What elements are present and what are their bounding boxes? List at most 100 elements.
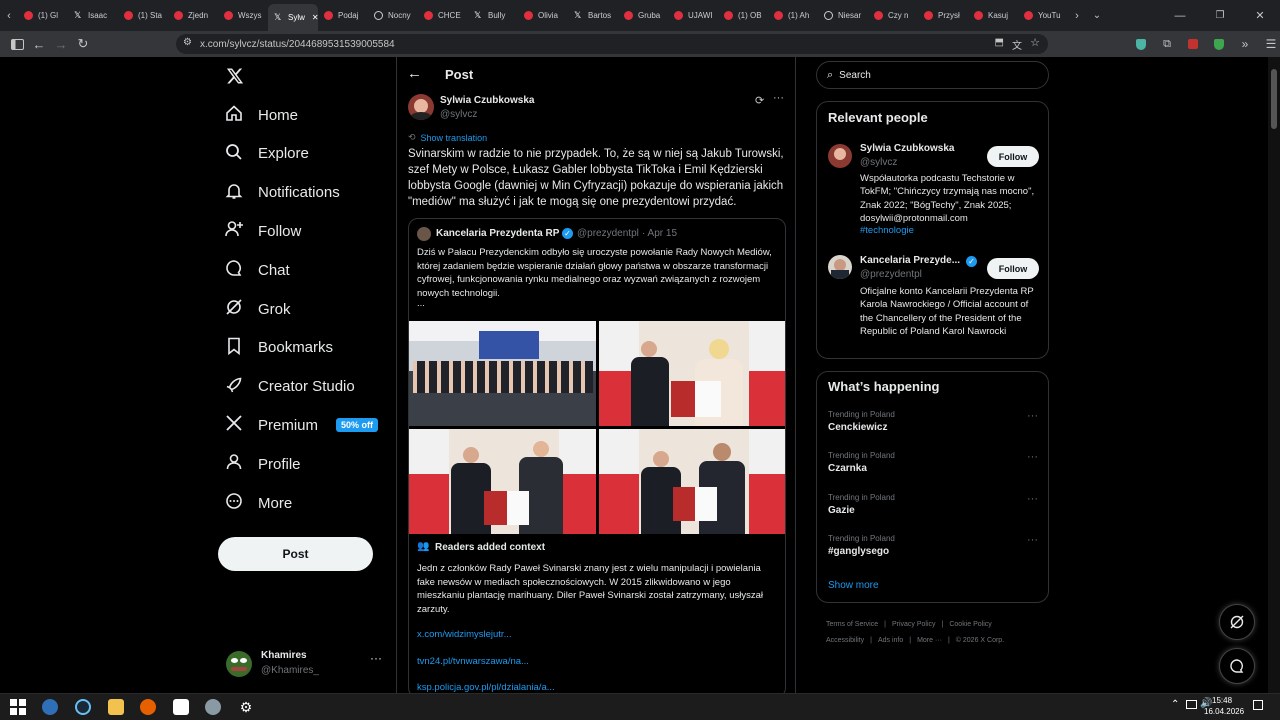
show-translation-link[interactable]: ⟲ Show translation bbox=[408, 132, 487, 143]
restore-icon[interactable]: ❐ bbox=[1200, 6, 1240, 26]
footer-link[interactable]: More ··· bbox=[917, 633, 942, 649]
browser-tab[interactable]: (1) Sta bbox=[118, 0, 168, 31]
browser-tab[interactable]: Niesar bbox=[818, 0, 868, 31]
nav-item-bookmarks[interactable]: Bookmarks bbox=[224, 331, 333, 365]
app-icon[interactable] bbox=[42, 699, 58, 715]
settings-icon[interactable]: ⚙ bbox=[238, 699, 254, 715]
reload-icon[interactable]: ↻ bbox=[72, 34, 94, 54]
trend-more-icon[interactable]: ··· bbox=[1027, 410, 1038, 422]
page-scrollbar[interactable] bbox=[1268, 57, 1280, 693]
browser-tab[interactable]: (1) OB bbox=[718, 0, 768, 31]
grok-explain-icon[interactable]: ⟳ bbox=[755, 94, 764, 107]
notifications-icon[interactable] bbox=[1253, 700, 1263, 710]
forward-icon[interactable]: → bbox=[50, 34, 72, 54]
firefox-icon[interactable] bbox=[140, 699, 156, 715]
quoted-post[interactable]: Kancelaria Prezydenta RP ✓ @prezydentpl … bbox=[408, 218, 786, 693]
footer-link[interactable]: Cookie Policy bbox=[949, 617, 991, 633]
person-avatar[interactable] bbox=[828, 255, 852, 279]
browser-tab[interactable]: Gruba bbox=[618, 0, 668, 31]
adblock-extension-icon[interactable] bbox=[1208, 34, 1230, 54]
nav-item-notifications[interactable]: Notifications bbox=[224, 176, 340, 210]
trend-item[interactable]: Trending in Poland Gazie ··· bbox=[828, 493, 1038, 527]
follow-button[interactable]: Follow bbox=[987, 258, 1039, 279]
nav-item-explore[interactable]: Explore bbox=[224, 137, 309, 171]
quote-photo-1[interactable] bbox=[409, 321, 596, 426]
browser-tab[interactable]: 𝕏 Sylw ✕ bbox=[268, 4, 318, 31]
browser-tab[interactable]: Nocny bbox=[368, 0, 418, 31]
translate-icon[interactable]: 文 bbox=[1012, 37, 1022, 52]
quote-photo-3[interactable] bbox=[409, 429, 596, 534]
browser-tab[interactable]: Kasuj bbox=[968, 0, 1018, 31]
browser-tab[interactable]: Wszys bbox=[218, 0, 268, 31]
extensions-puzzle-icon[interactable]: ⧉ bbox=[1156, 34, 1178, 54]
grok-fab-icon[interactable] bbox=[1219, 604, 1255, 640]
browser-tab[interactable]: YouTu bbox=[1018, 0, 1068, 31]
browser-tab[interactable]: (1) Gl bbox=[18, 0, 68, 31]
network-icon[interactable] bbox=[1186, 700, 1197, 709]
browser-tab[interactable]: UJAWI bbox=[668, 0, 718, 31]
shield-extension-icon[interactable] bbox=[1130, 34, 1152, 54]
browser-tab[interactable]: Podaj bbox=[318, 0, 368, 31]
browser-tab[interactable]: 𝕏 Bully bbox=[468, 0, 518, 31]
install-app-icon[interactable]: ⬒ bbox=[995, 37, 1004, 48]
clock-date[interactable]: 16.04.2026 bbox=[1204, 707, 1244, 716]
browser-tab[interactable]: (1) Ah bbox=[768, 0, 818, 31]
browser-tab[interactable]: 𝕏 Isaac bbox=[68, 0, 118, 31]
scrollbar-thumb[interactable] bbox=[1271, 69, 1277, 129]
footer-link[interactable]: Privacy Policy bbox=[892, 617, 936, 633]
context-link-1[interactable]: x.com/widzimyslejutr... bbox=[417, 629, 512, 640]
footer-link[interactable]: © 2026 X Corp. bbox=[956, 633, 1004, 649]
site-info-icon[interactable]: ⚙ bbox=[183, 37, 192, 48]
author-avatar[interactable] bbox=[408, 94, 434, 120]
browser-tab[interactable]: CHCE bbox=[418, 0, 468, 31]
trend-item[interactable]: Trending in Poland Czarnka ··· bbox=[828, 451, 1038, 485]
notification-extension-icon[interactable] bbox=[1182, 34, 1204, 54]
context-link-2[interactable]: tvn24.pl/tvnwarszawa/na... bbox=[417, 656, 529, 667]
steam-icon[interactable] bbox=[75, 699, 91, 715]
post-button[interactable]: Post bbox=[218, 537, 373, 571]
footer-link[interactable]: Terms of Service bbox=[826, 617, 878, 633]
windows-start-icon[interactable] bbox=[10, 699, 26, 715]
account-switcher[interactable]: Khamires @Khamires_ ··· bbox=[224, 645, 384, 681]
x-logo-icon[interactable] bbox=[226, 67, 246, 87]
quote-photo-4[interactable] bbox=[599, 429, 785, 534]
trend-more-icon[interactable]: ··· bbox=[1027, 534, 1038, 546]
address-bar[interactable]: ⚙ x.com/sylvcz/status/204468953153900558… bbox=[176, 34, 1048, 54]
app2-icon[interactable] bbox=[205, 699, 221, 715]
browser-menu-icon[interactable]: ☰ bbox=[1260, 34, 1280, 54]
browser-tab[interactable]: Zjedn bbox=[168, 0, 218, 31]
browser-tab[interactable]: Olivia bbox=[518, 0, 568, 31]
nav-item-chat[interactable]: Chat bbox=[224, 253, 290, 287]
close-window-icon[interactable]: ✕ bbox=[1240, 6, 1280, 26]
bookmark-star-icon[interactable]: ☆ bbox=[1030, 36, 1040, 49]
tab-list-icon[interactable]: ⌄ bbox=[1086, 6, 1108, 26]
browser-tab[interactable]: 𝕏 Bartos bbox=[568, 0, 618, 31]
footer-link[interactable]: Ads info bbox=[878, 633, 903, 649]
trend-item[interactable]: Trending in Poland #ganglysego ··· bbox=[828, 534, 1038, 568]
post-more-icon[interactable]: ··· bbox=[773, 92, 784, 104]
tab-scroll-right-icon[interactable]: › bbox=[1068, 6, 1086, 26]
person-handle[interactable]: @prezydentpl bbox=[860, 269, 922, 280]
person-hashtag[interactable]: #technologie bbox=[860, 225, 914, 236]
quote-photo-2[interactable] bbox=[599, 321, 785, 426]
trend-more-icon[interactable]: ··· bbox=[1027, 451, 1038, 463]
messages-fab-icon[interactable] bbox=[1219, 648, 1255, 684]
nav-item-profile[interactable]: Profile bbox=[224, 447, 301, 481]
person-name[interactable]: Sylwia Czubkowska bbox=[860, 143, 954, 154]
person-avatar[interactable] bbox=[828, 144, 852, 168]
back-icon[interactable]: ← bbox=[28, 34, 50, 54]
account-more-icon[interactable]: ··· bbox=[370, 651, 382, 665]
nav-item-premium[interactable]: Premium 50% off bbox=[224, 408, 379, 442]
nav-item-home[interactable]: Home bbox=[224, 98, 298, 132]
person-name[interactable]: Kancelaria Prezyde... bbox=[860, 255, 960, 266]
nav-item-more[interactable]: More bbox=[224, 486, 292, 520]
tab-scroll-left-icon[interactable]: ‹ bbox=[0, 6, 18, 26]
show-more-link[interactable]: Show more bbox=[828, 580, 879, 591]
clock-time[interactable]: 15:48 bbox=[1212, 696, 1232, 705]
notion-icon[interactable] bbox=[173, 699, 189, 715]
context-link-3[interactable]: ksp.policja.gov.pl/pl/dzialania/a... bbox=[417, 682, 555, 693]
file-explorer-icon[interactable] bbox=[108, 699, 124, 715]
person-handle[interactable]: @sylvcz bbox=[860, 157, 897, 168]
author-name[interactable]: Sylwia Czubkowska bbox=[440, 95, 534, 106]
back-arrow-icon[interactable]: ← bbox=[407, 65, 422, 82]
